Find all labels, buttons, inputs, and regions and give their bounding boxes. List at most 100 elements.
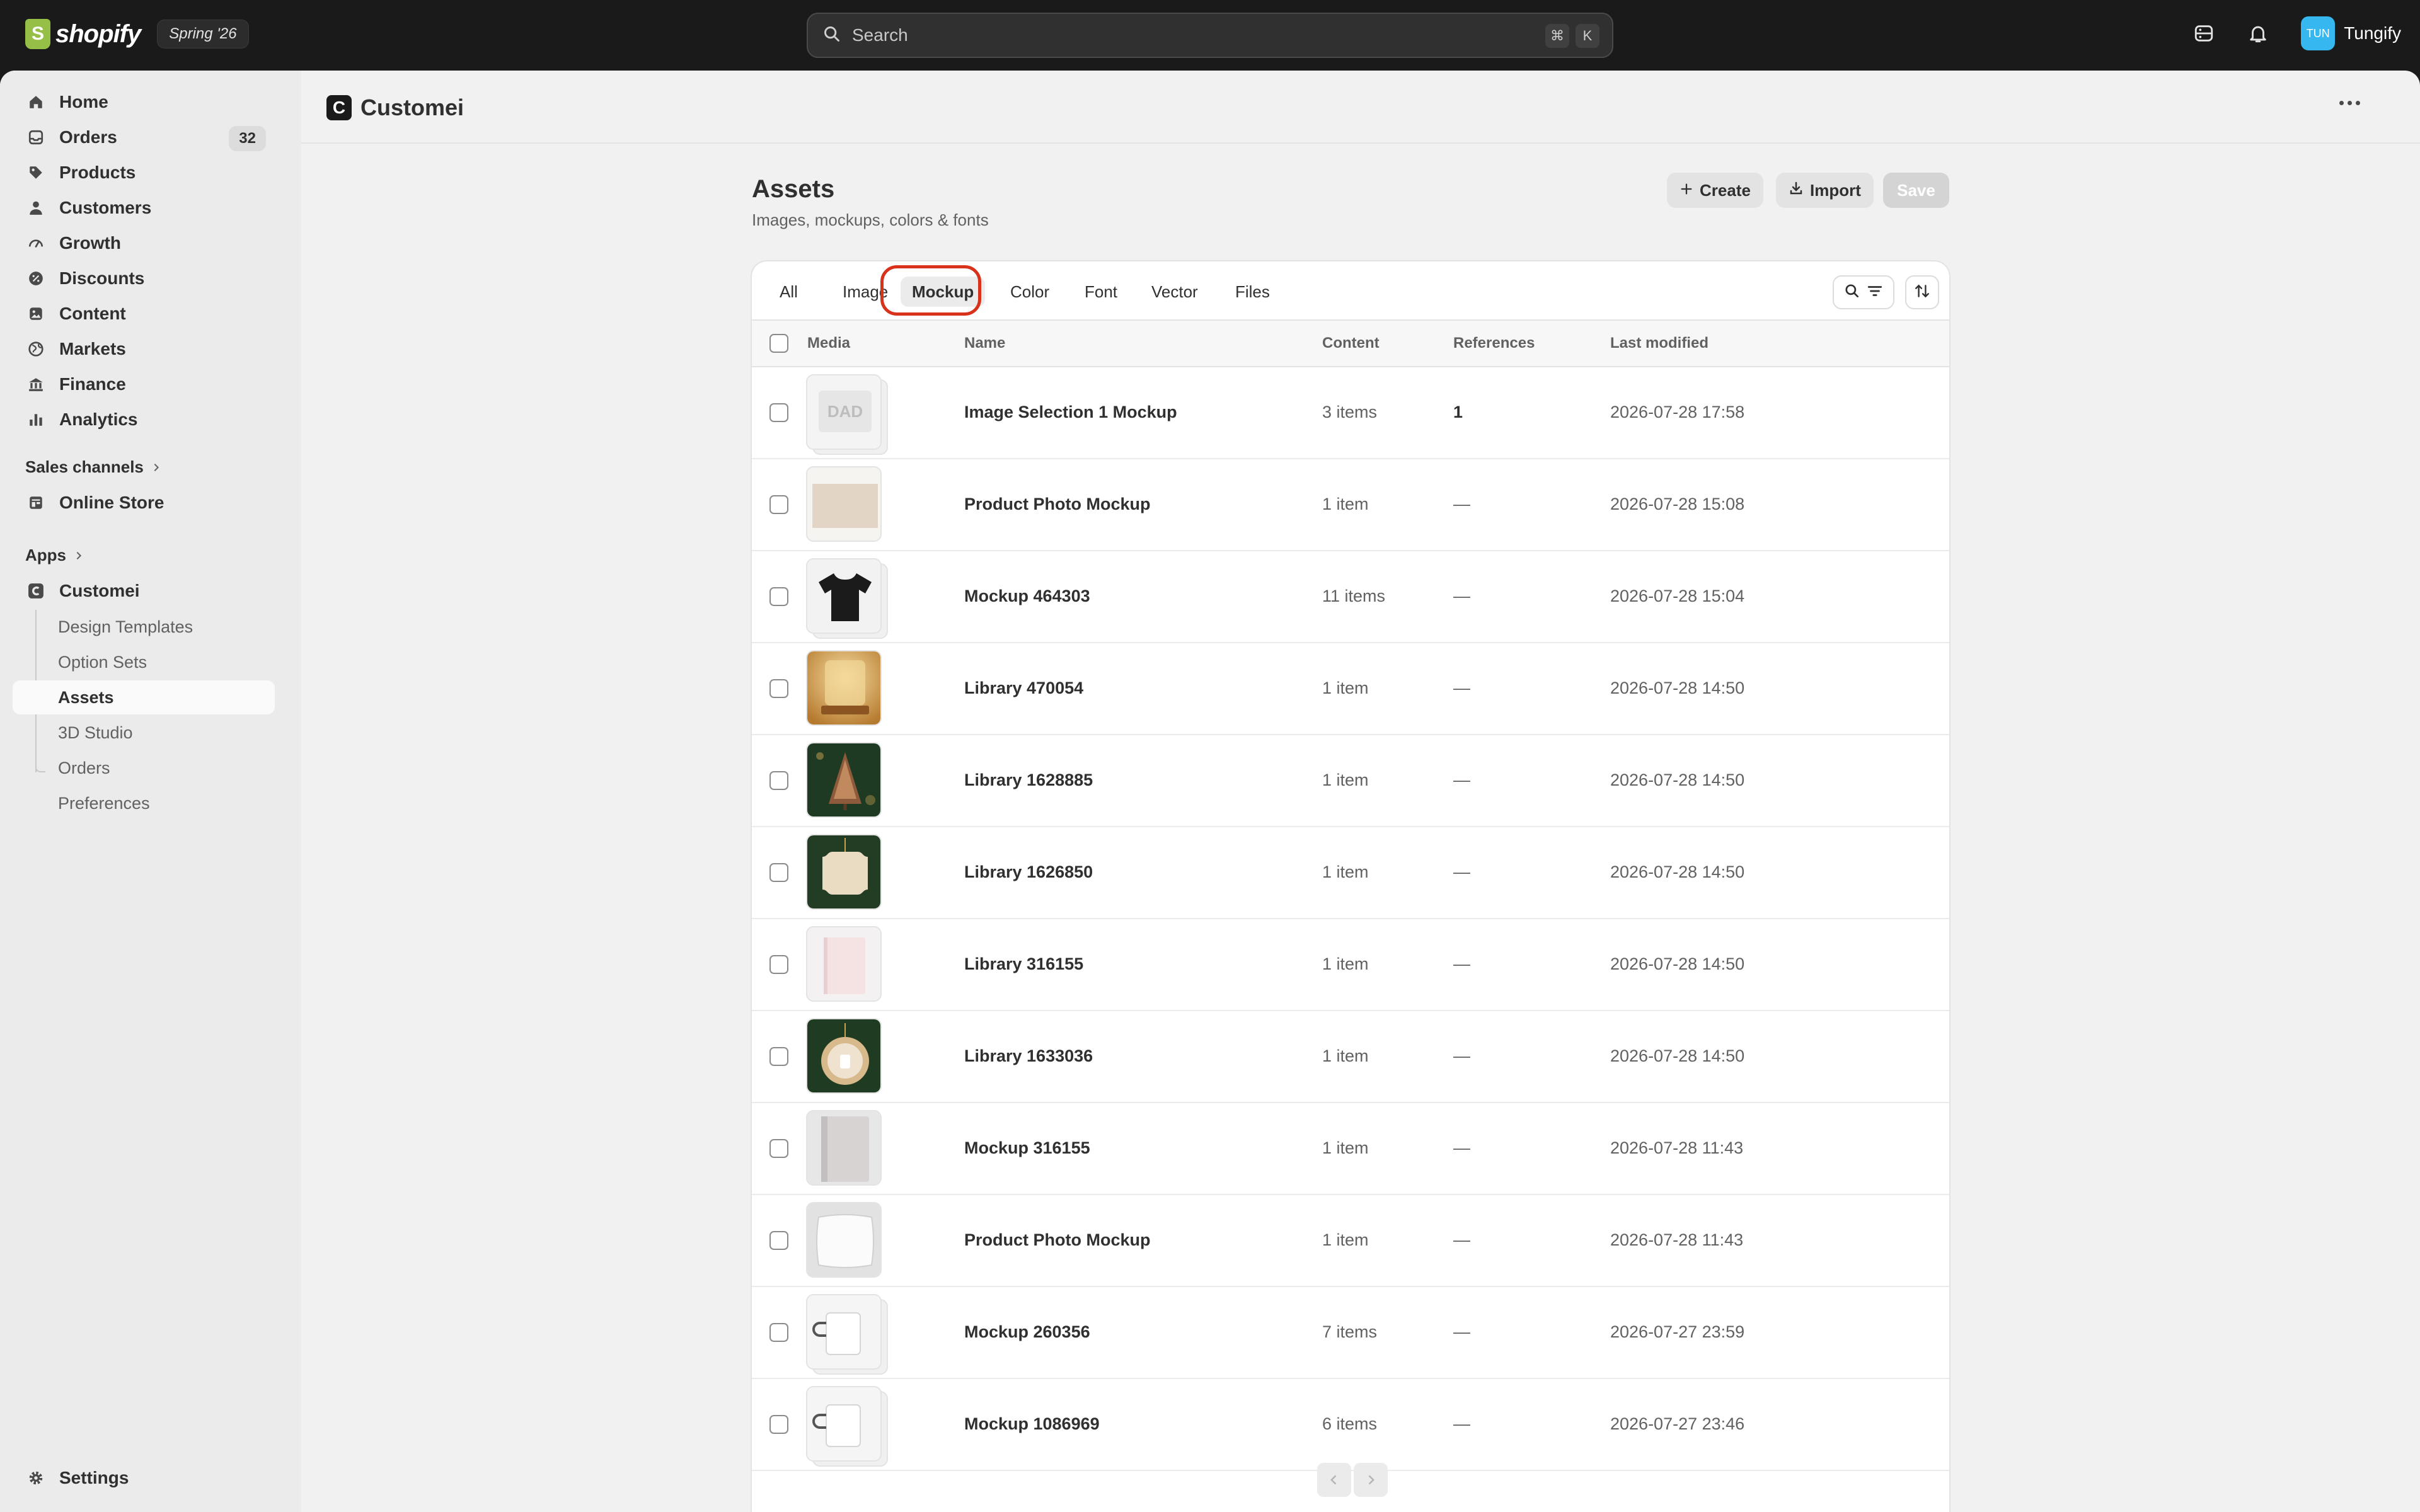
sidebar-item-customers[interactable]: Customers <box>13 191 275 225</box>
sidebar-sub-design-templates[interactable]: Design Templates <box>13 610 275 644</box>
tab-vector[interactable]: Vector <box>1140 277 1209 307</box>
table-row[interactable]: Product Photo Mockup 1 item — 2026-07-28 15… <box>752 459 1949 551</box>
row-checkbox[interactable] <box>769 403 788 422</box>
previous-page-button[interactable] <box>1317 1463 1351 1497</box>
sidebar-item-discounts[interactable]: Discounts <box>13 261 275 295</box>
search-input[interactable]: Search ⌘ K <box>807 13 1613 58</box>
save-button[interactable]: Save <box>1883 173 1949 208</box>
row-checkbox[interactable] <box>769 955 788 974</box>
asset-name: Product Photo Mockup <box>964 1230 1151 1249</box>
next-page-button[interactable] <box>1354 1463 1388 1497</box>
sidebar-item-products[interactable]: Products <box>13 156 275 190</box>
sidebar-item-orders[interactable]: Orders 32 <box>13 120 275 154</box>
tab-color[interactable]: Color <box>999 277 1061 307</box>
asset-content-count: 1 item <box>1322 1230 1369 1249</box>
sidebar-sub-orders[interactable]: Orders <box>13 751 275 785</box>
media-thumbnail[interactable] <box>806 466 888 544</box>
sidebar-item-finance[interactable]: Finance <box>13 367 275 401</box>
column-header-media[interactable]: Media <box>807 335 850 352</box>
shopify-logo[interactable]: S shopify Spring '26 <box>25 19 249 49</box>
table-row[interactable]: Library 1628885 1 item — 2026-07-28 14:50 <box>752 735 1949 827</box>
sidebar-item-markets[interactable]: Markets <box>13 332 275 366</box>
row-checkbox[interactable] <box>769 679 788 698</box>
sidebar-sub-preferences[interactable]: Preferences <box>13 786 275 820</box>
discount-icon <box>26 269 45 288</box>
table-row[interactable]: Product Photo Mockup 1 item — 2026-07-28 11… <box>752 1195 1949 1287</box>
asset-references: 1 <box>1453 403 1463 421</box>
select-all-checkbox[interactable] <box>769 334 788 353</box>
apps-heading[interactable]: Apps <box>25 546 84 565</box>
import-button[interactable]: Import <box>1776 173 1874 208</box>
table-row[interactable]: Mockup 464303 11 items — 2026-07-28 15:04 <box>752 551 1949 643</box>
assets-card: All Image Mockup Color Font Vector Files… <box>752 261 1949 1512</box>
column-header-content[interactable]: Content <box>1322 335 1380 352</box>
create-button[interactable]: Create <box>1667 173 1763 208</box>
asset-content-count: 1 item <box>1322 862 1369 881</box>
row-checkbox[interactable] <box>769 1047 788 1066</box>
beige-thumbnail-image <box>806 466 882 542</box>
row-checkbox[interactable] <box>769 495 788 514</box>
sidebar-sub-assets[interactable]: Assets <box>13 680 275 714</box>
sidebar-sub-option-sets[interactable]: Option Sets <box>13 645 275 679</box>
sort-button[interactable] <box>1905 275 1939 309</box>
bell-icon[interactable] <box>2247 22 2269 45</box>
sidebar-item-customei[interactable]: Customei <box>13 574 275 608</box>
sidebar-item-home[interactable]: Home <box>13 85 275 119</box>
table-row[interactable]: Library 1633036 1 item — 2026-07-28 14:50 <box>752 1011 1949 1103</box>
row-checkbox[interactable] <box>769 1231 788 1250</box>
plus-icon <box>1680 181 1693 200</box>
row-checkbox[interactable] <box>769 771 788 790</box>
mug-thumbnail-image <box>806 1294 882 1370</box>
media-thumbnail[interactable] <box>806 1110 888 1188</box>
table-row[interactable]: Library 316155 1 item — 2026-07-28 14:50 <box>752 919 1949 1011</box>
asset-content-count: 1 item <box>1322 495 1369 513</box>
tab-all[interactable]: All <box>768 277 809 307</box>
column-header-name[interactable]: Name <box>964 335 1005 352</box>
row-checkbox[interactable] <box>769 863 788 882</box>
store-switch-icon[interactable] <box>2192 22 2215 45</box>
media-thumbnail[interactable] <box>806 1018 888 1096</box>
table-row[interactable]: Mockup 260356 7 items — 2026-07-27 23:59 <box>752 1287 1949 1379</box>
media-thumbnail[interactable]: DAD <box>806 374 888 455</box>
search-filter-button[interactable] <box>1833 275 1894 309</box>
user-name: Tungify <box>2344 23 2401 43</box>
asset-last-modified: 2026-07-28 17:58 <box>1610 403 1745 421</box>
table-row[interactable]: Library 470054 1 item — 2026-07-28 14:50 <box>752 643 1949 735</box>
media-thumbnail[interactable] <box>806 1386 888 1467</box>
sidebar-item-online-store[interactable]: Online Store <box>13 486 275 520</box>
sidebar-item-content[interactable]: Content <box>13 297 275 331</box>
tab-files[interactable]: Files <box>1224 277 1281 307</box>
table-row[interactable]: Mockup 316155 1 item — 2026-07-28 11:43 <box>752 1103 1949 1195</box>
media-thumbnail[interactable] <box>806 742 888 820</box>
table-row[interactable]: DAD Image Selection 1 Mockup 3 items 1 2026-… <box>752 367 1949 459</box>
sidebar-item-analytics[interactable]: Analytics <box>13 403 275 437</box>
table-row[interactable]: Mockup 1086969 6 items — 2026-07-27 23:46 <box>752 1379 1949 1471</box>
row-checkbox[interactable] <box>769 1139 788 1158</box>
column-header-references[interactable]: References <box>1453 335 1535 352</box>
media-thumbnail[interactable] <box>806 834 888 912</box>
row-checkbox[interactable] <box>769 1415 788 1434</box>
media-thumbnail[interactable] <box>806 558 888 639</box>
row-checkbox[interactable] <box>769 1323 788 1342</box>
orders-count-badge: 32 <box>229 126 266 151</box>
media-thumbnail[interactable] <box>806 1202 888 1280</box>
asset-name: Mockup 464303 <box>964 587 1090 605</box>
gauge-icon <box>26 234 45 253</box>
asset-name: Library 1633036 <box>964 1046 1093 1065</box>
user-menu[interactable]: TUN Tungify <box>2301 16 2401 50</box>
media-thumbnail[interactable] <box>806 926 888 1004</box>
sidebar-item-settings[interactable]: Settings <box>13 1461 275 1495</box>
dad-thumbnail-image: DAD <box>806 374 882 450</box>
asset-last-modified: 2026-07-28 11:43 <box>1610 1230 1744 1249</box>
tab-font[interactable]: Font <box>1073 277 1129 307</box>
sales-channels-heading[interactable]: Sales channels <box>25 457 161 477</box>
media-thumbnail[interactable] <box>806 650 888 728</box>
media-thumbnail[interactable] <box>806 1294 888 1375</box>
column-header-last-modified[interactable]: Last modified <box>1610 335 1708 352</box>
table-row[interactable]: Library 1626850 1 item — 2026-07-28 14:50 <box>752 827 1949 919</box>
sidebar-item-growth[interactable]: Growth <box>13 226 275 260</box>
row-checkbox[interactable] <box>769 587 788 606</box>
more-actions-button[interactable] <box>2339 101 2360 105</box>
sidebar-sub-3d-studio[interactable]: 3D Studio <box>13 716 275 750</box>
edition-badge[interactable]: Spring '26 <box>157 20 249 49</box>
